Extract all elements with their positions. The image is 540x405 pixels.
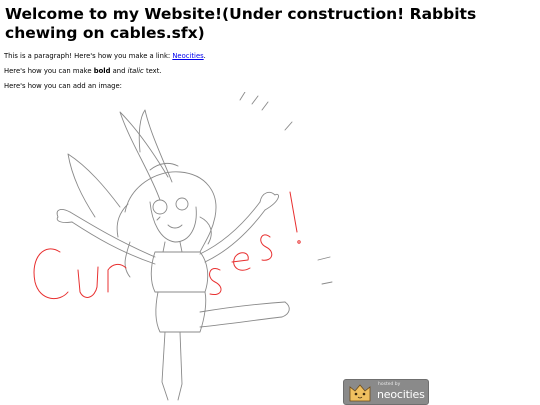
neocities-link[interactable]: Neocities: [172, 52, 203, 60]
paragraph-link-example: This is a paragraph! Here's how you make…: [4, 52, 206, 61]
bold-text: bold: [93, 67, 111, 75]
italic-text: italic: [127, 67, 144, 75]
badge-hosted-by-text: hosted by: [378, 382, 401, 387]
paragraph-text: and: [110, 67, 128, 75]
hosted-by-neocities-badge[interactable]: hosted by neocities: [343, 379, 429, 405]
paragraph-text: This is a paragraph! Here's how you make…: [4, 52, 173, 60]
rabbit-girl-sketch-image: [33, 92, 333, 401]
neocities-cat-icon: [349, 384, 371, 402]
paragraph-text: Here's how you can make: [4, 67, 94, 75]
badge-neocities-text: neocities: [377, 388, 425, 401]
paragraph-text: .: [203, 52, 206, 60]
paragraph-format-example: Here's how you can make bold and italic …: [4, 67, 162, 76]
paragraph-image-example: Here's how you can add an image:: [4, 82, 122, 90]
paragraph-text: text.: [143, 67, 162, 75]
page-heading: Welcome to my Website!(Under constructio…: [5, 5, 477, 42]
